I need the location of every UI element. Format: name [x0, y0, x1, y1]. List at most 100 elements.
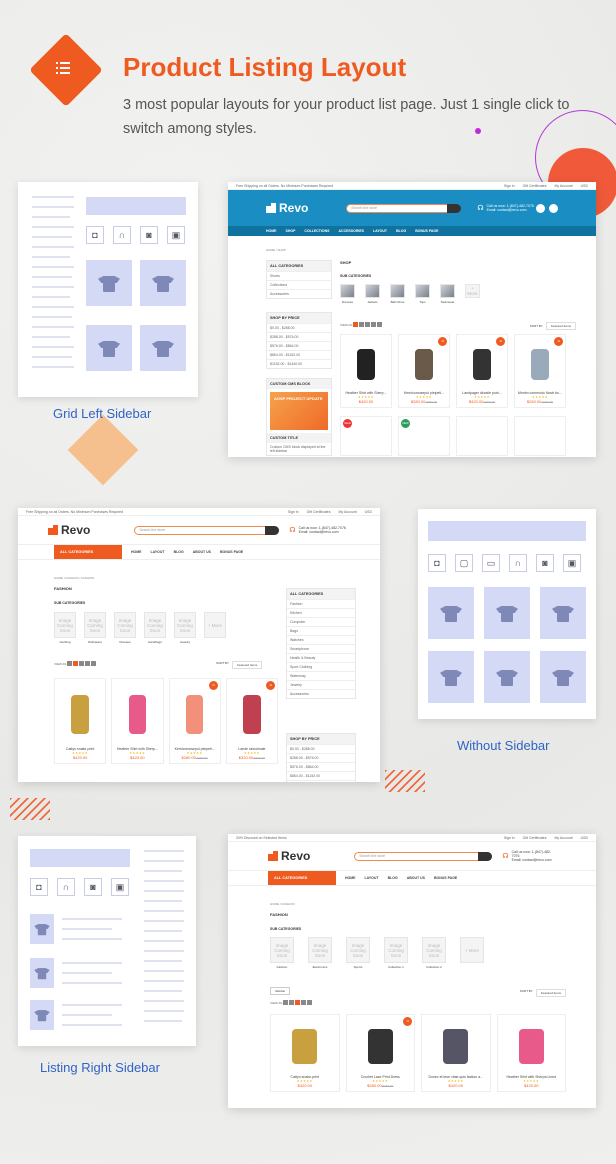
subcategory-image: Image Coming Soon — [384, 937, 408, 963]
subcategory-item[interactable]: Image Coming Soon Collection 1 — [384, 937, 408, 969]
product-image[interactable] — [425, 1018, 487, 1075]
subcategory-item[interactable]: Image Coming Soon Handbags — [144, 612, 166, 644]
subcategory-image: Image Coming Soon — [54, 612, 76, 638]
product-image[interactable] — [402, 338, 446, 391]
product-image[interactable] — [58, 682, 102, 747]
subcategory-item[interactable]: Image Coming Soon Dresses — [114, 612, 136, 644]
subcategory-item[interactable]: Image Coming Soon Jewelry — [174, 612, 196, 644]
price-filter: SHOP BY PRICE $0.00 - $288.00 $288.00 - … — [266, 312, 332, 369]
product-price: $280.00 $350.00 — [181, 755, 208, 760]
category-item[interactable]: Health & Beauty — [287, 653, 355, 662]
sort-select[interactable]: Featured Items — [545, 322, 576, 330]
nav-home[interactable]: HOME — [266, 229, 277, 233]
search-input[interactable]: Search the store — [134, 525, 280, 535]
subcategory-item[interactable]: Image Coming Soon Clothing — [54, 612, 76, 644]
tshirt-icon — [34, 923, 49, 936]
category-item[interactable]: Accessories — [267, 289, 331, 298]
product-card[interactable]: Cattyn snake-print ★★★★★ $420.00 — [54, 678, 107, 764]
product-card[interactable]: Heather Shirt with Sherp... ★★★★★ $420.00 — [111, 678, 164, 764]
wireframe-listing-right-sidebar[interactable]: ◘ ∩ ◙ ▣ — [18, 836, 196, 1046]
product-image[interactable] — [501, 1018, 563, 1075]
product-image[interactable] — [344, 338, 388, 391]
cart-icon[interactable] — [549, 203, 558, 213]
sign-in-link[interactable]: Sign in — [288, 510, 299, 514]
subcategory-item[interactable]: Dresses — [340, 284, 355, 304]
gift-link[interactable]: Gift Certificates — [523, 184, 547, 188]
subcategory-item[interactable]: Image Coming Soon Electronics — [308, 937, 332, 969]
category-item[interactable]: Watermay — [287, 671, 355, 680]
product-image[interactable] — [115, 682, 159, 747]
account-link[interactable]: My Account — [555, 184, 573, 188]
category-item[interactable]: Shoes — [267, 271, 331, 280]
product-image[interactable] — [350, 1018, 412, 1075]
cms-banner[interactable]: AOSP PROJECT UPDATE — [270, 392, 328, 430]
subcategory-label: Clothing — [59, 640, 71, 644]
subcategory-item[interactable]: Swimwear — [440, 284, 455, 304]
product-tile — [86, 260, 132, 306]
subcategory-item[interactable]: Image Coming Soon Collection 2 — [422, 937, 446, 969]
subcategory-item[interactable]: + More — [204, 612, 226, 644]
tshirt-icon — [440, 668, 462, 686]
search-input[interactable]: Search the store — [354, 851, 493, 861]
subcategory-item[interactable]: Jackets — [365, 284, 380, 304]
category-item[interactable]: Bags — [287, 626, 355, 635]
brand-logo[interactable]: Revo — [268, 849, 310, 863]
subcategory-item[interactable]: Image Coming Soon Delicacies — [84, 612, 106, 644]
sidebar-toggle[interactable]: Sidebar — [270, 987, 291, 995]
brand-logo[interactable]: Revo — [48, 523, 90, 537]
product-card[interactable]: -% Kernicomosepul pleipeti... ★★★★★ $280.00… — [168, 678, 221, 764]
screenshot-without-sidebar[interactable]: Free Shipping on all Orders. No Minimum … — [18, 508, 380, 782]
product-card[interactable]: -% Landpager dlursile pork... ★★★★★ $420.00… — [456, 334, 508, 408]
wireframe-grid-left-sidebar[interactable]: ◘ ∩ ◙ ▣ — [18, 182, 198, 397]
product-card[interactable]: Donec et leue vitae quis faction a... ★★★… — [421, 1014, 491, 1092]
category-item[interactable]: Smartphone — [287, 644, 355, 653]
category-item[interactable]: Collections — [267, 280, 331, 289]
category-item[interactable]: Sport Clothing — [287, 662, 355, 671]
screenshot-grid-left-sidebar[interactable]: Free Shipping on all Orders. No Minimum … — [228, 182, 596, 457]
product-image[interactable] — [274, 1018, 336, 1075]
wireframe-without-sidebar[interactable]: ◘ ▢ ▭ ∩ ◙ ▣ — [418, 509, 596, 719]
product-card[interactable]: -% Lande sincolmale ★★★★★ $320.00 $400.00 — [225, 678, 278, 764]
nav-layout[interactable]: LAYOUT — [373, 229, 387, 233]
category-item[interactable]: Jewelry — [287, 680, 355, 689]
brand-logo[interactable]: Revo — [266, 201, 308, 215]
screenshot-listing-right-sidebar[interactable]: 20% Discount on Selected Items Sign in Gi… — [228, 834, 596, 1108]
product-image[interactable] — [230, 682, 274, 747]
product-price: $320.00 $400.00 — [238, 755, 265, 760]
breadcrumb: HOME / SHOP — [266, 248, 287, 252]
nav-bonus[interactable]: BONUS PAGE — [415, 229, 438, 233]
category-item[interactable]: Accessories — [287, 689, 355, 698]
product-image[interactable] — [460, 338, 504, 391]
currency-select[interactable]: USD — [581, 184, 588, 188]
nav-collections[interactable]: COLLECTIONS — [304, 229, 329, 233]
product-card[interactable]: -% Kernicomosepul pleipeti... ★★★★★ $280.00… — [398, 334, 450, 408]
nav-accessories[interactable]: ACCESSORIES — [339, 229, 364, 233]
product-card[interactable]: -% Crochet Lace Print Dress ★★★★★ $280.00 $… — [345, 1014, 415, 1092]
product-image[interactable] — [173, 682, 217, 747]
all-categories-button[interactable]: ALL CATEGORIES — [54, 545, 122, 559]
nav-blog[interactable]: BLOG — [396, 229, 406, 233]
product-card[interactable]: Cattyn snake-print ★★★★★ $420.00 — [270, 1014, 340, 1092]
subcategory-item[interactable]: Bahi Shoe — [390, 284, 405, 304]
product-card[interactable]: Heather Shirt with Sherp... ★★★★★ $420.00 — [340, 334, 392, 408]
category-item[interactable]: Fashion — [287, 599, 355, 608]
wishlist-icon[interactable] — [536, 203, 545, 213]
old-price: $350.00 — [196, 756, 208, 760]
product-image[interactable] — [518, 338, 562, 391]
tshirt-icon — [496, 668, 518, 686]
nav-shop[interactable]: SHOP — [286, 229, 296, 233]
product-price: $420.00 — [524, 1083, 539, 1088]
category-item[interactable]: Computer — [287, 617, 355, 626]
sign-in-link[interactable]: Sign in — [504, 184, 515, 188]
subcategory-item[interactable]: Image Coming Soon Fashion — [270, 937, 294, 969]
all-categories-button[interactable]: ALL CATEGORIES — [268, 871, 336, 885]
search-input[interactable]: Search the store — [346, 203, 462, 213]
category-item[interactable]: Kitchen — [287, 608, 355, 617]
product-card[interactable]: Heather Shirt with Sherpa Lined ★★★★★ $420… — [496, 1014, 566, 1092]
subcategory-item[interactable]: + More — [465, 284, 480, 304]
subcategory-item[interactable]: + More — [460, 937, 484, 969]
subcategory-item[interactable]: Image Coming Soon Sports — [346, 937, 370, 969]
subcategory-item[interactable]: Tops — [415, 284, 430, 304]
category-item[interactable]: Watches — [287, 635, 355, 644]
product-card[interactable]: -% Mnnim commodo Nostr bu... ★★★★★ $260.00 … — [514, 334, 566, 408]
